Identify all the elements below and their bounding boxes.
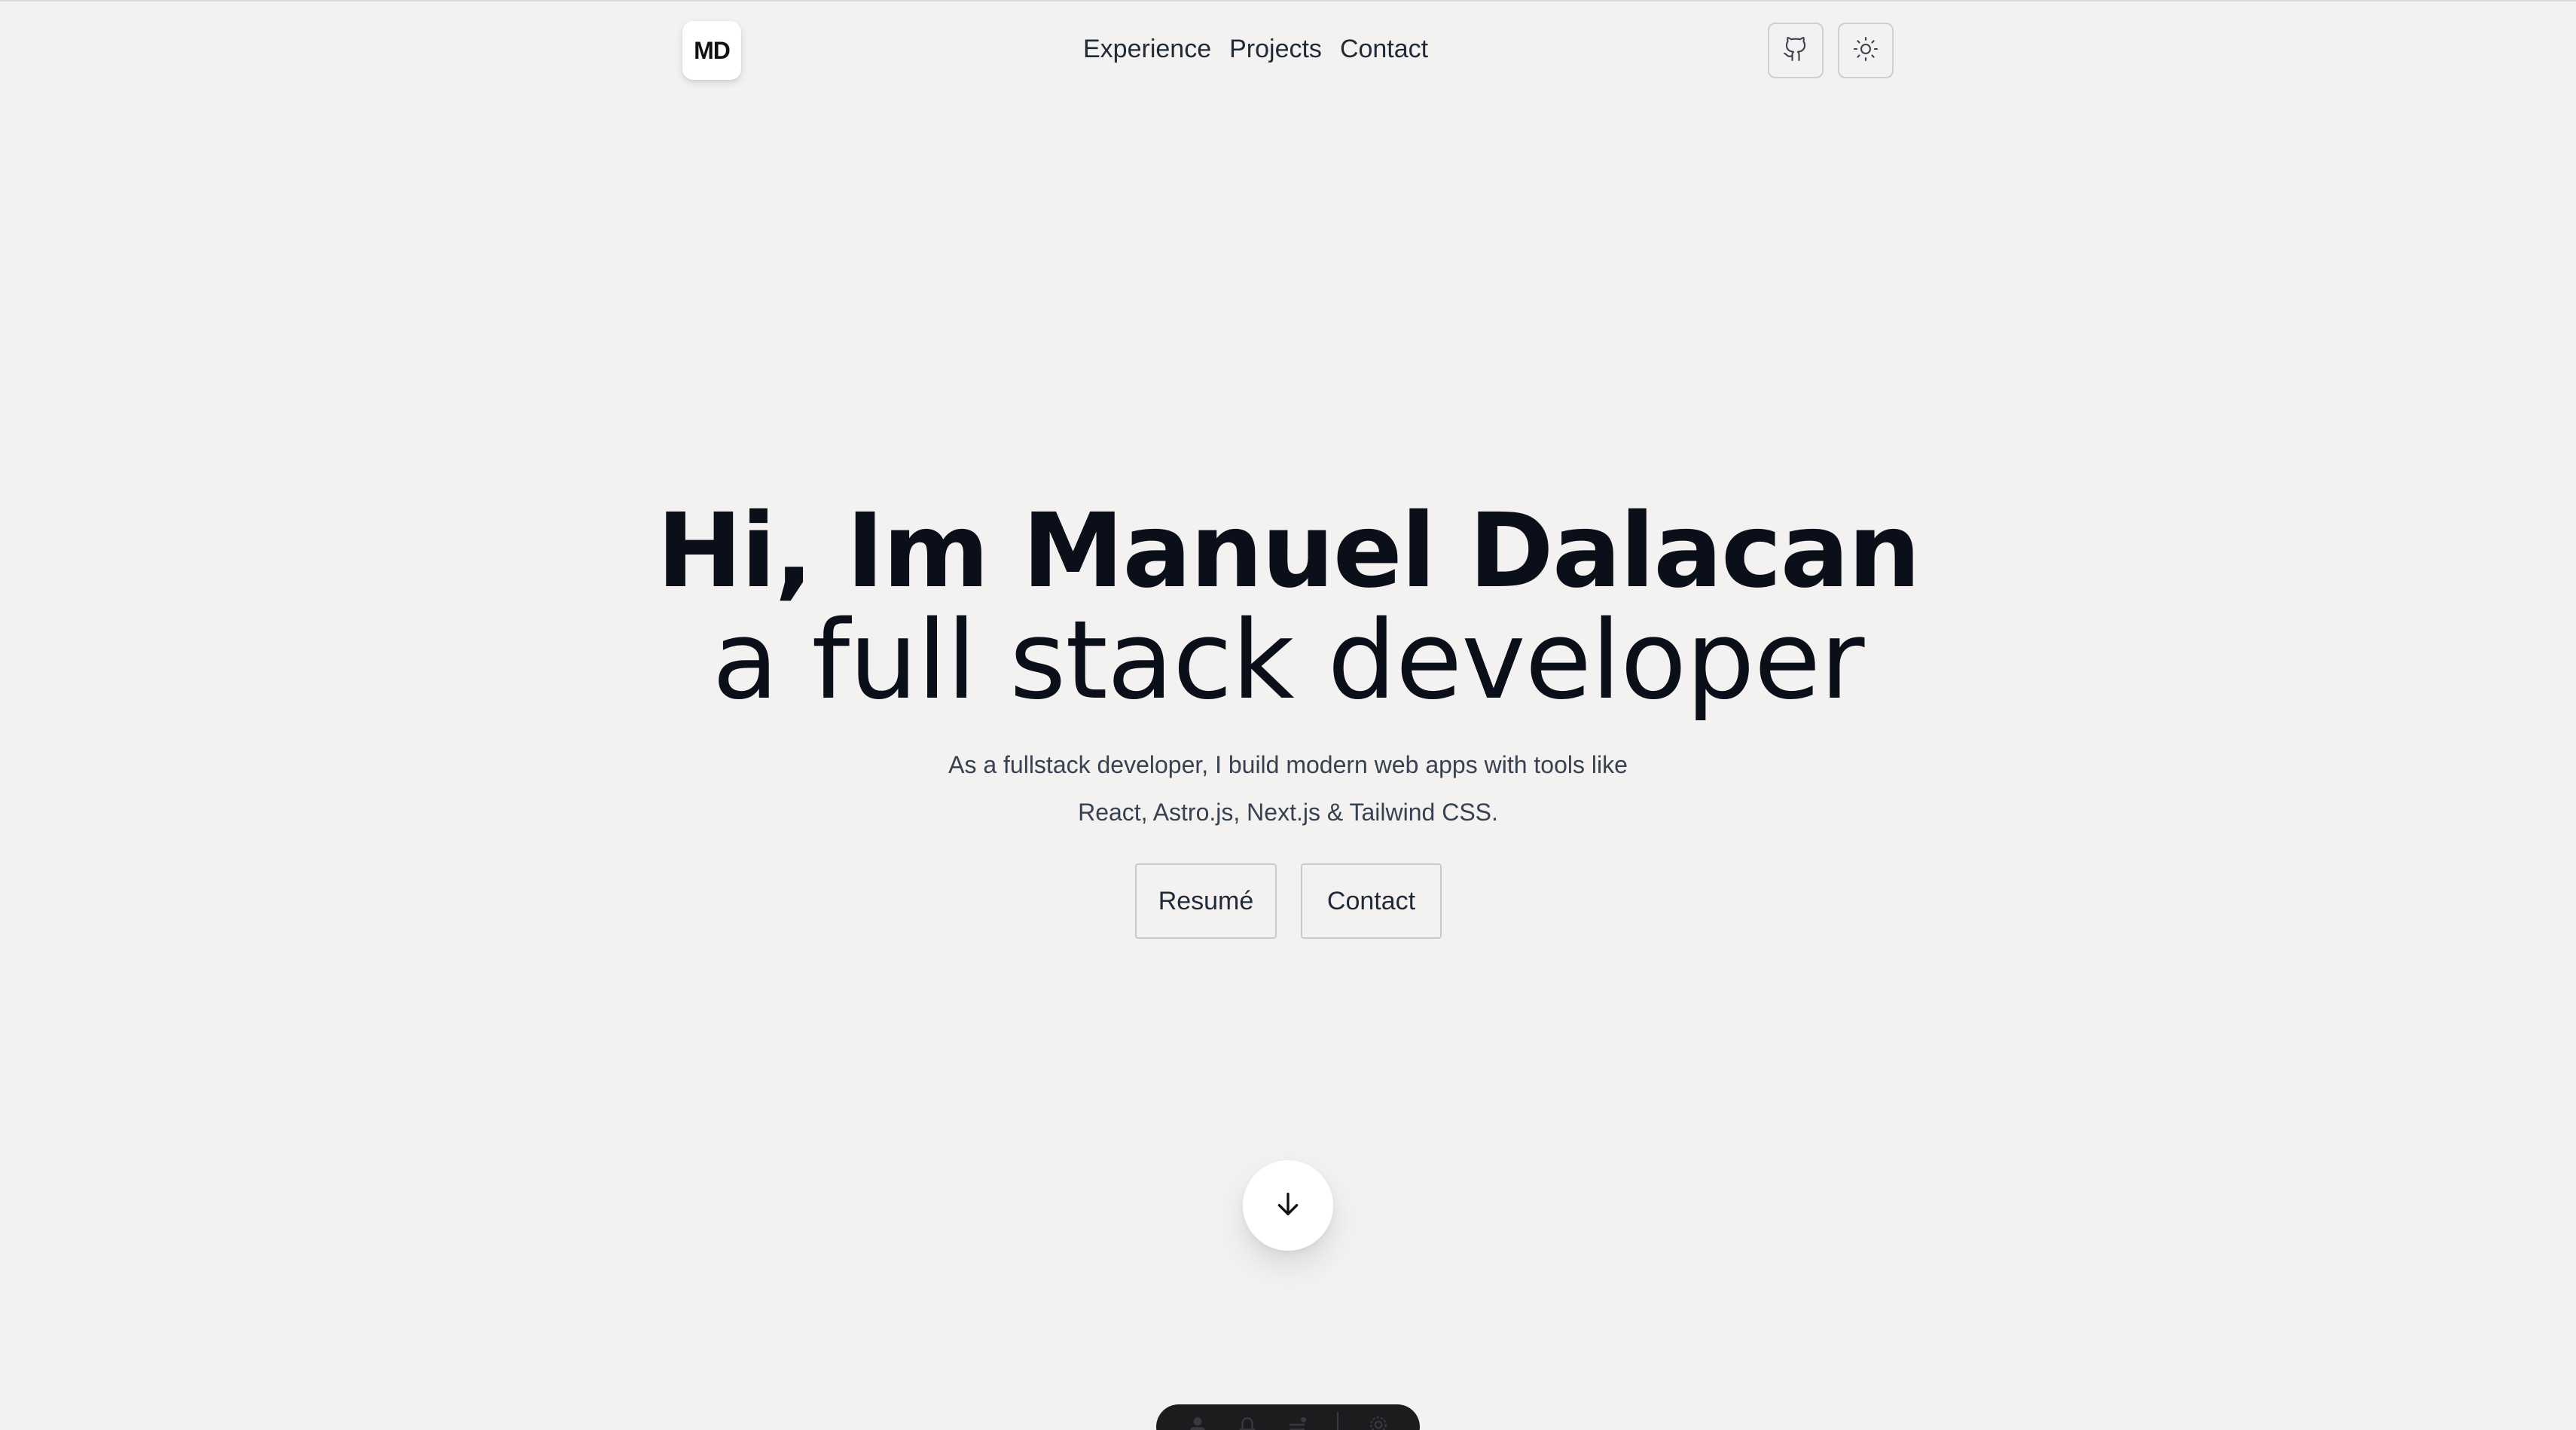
github-icon [1782,35,1809,66]
dock-divider [1337,1412,1338,1430]
hero-title: Hi, Im Manuel Dalacan [656,492,1921,611]
user-icon[interactable] [1188,1415,1207,1430]
page: MD Experience Projects Contact Hi, Im Ma… [0,0,2576,1430]
sun-icon [1852,35,1879,66]
contact-button[interactable]: Contact [1301,863,1442,939]
nav-link-contact[interactable]: Contact [1340,35,1428,64]
hero-description-line-1: As a fullstack developer, I build modern… [948,751,1628,778]
arrow-down-icon [1273,1189,1303,1223]
bottom-dock [1156,1404,1420,1430]
nav-link-experience[interactable]: Experience [1083,35,1211,64]
bell-icon[interactable] [1238,1415,1257,1430]
theme-toggle-button[interactable] [1838,23,1894,78]
menu-icon[interactable] [1287,1415,1307,1430]
nav-link-projects[interactable]: Projects [1229,35,1322,64]
scroll-down-button[interactable] [1243,1160,1333,1251]
hero-description-line-2: React, Astro.js, Next.js & Tailwind CSS. [1078,799,1498,826]
main-nav: Experience Projects Contact [1083,35,1428,64]
hero-tagline: a full stack developer [712,597,1865,723]
gear-icon[interactable] [1369,1415,1388,1430]
resume-button[interactable]: Resumé [1135,863,1277,939]
github-button[interactable] [1768,23,1824,78]
site-logo[interactable]: MD [682,21,741,80]
